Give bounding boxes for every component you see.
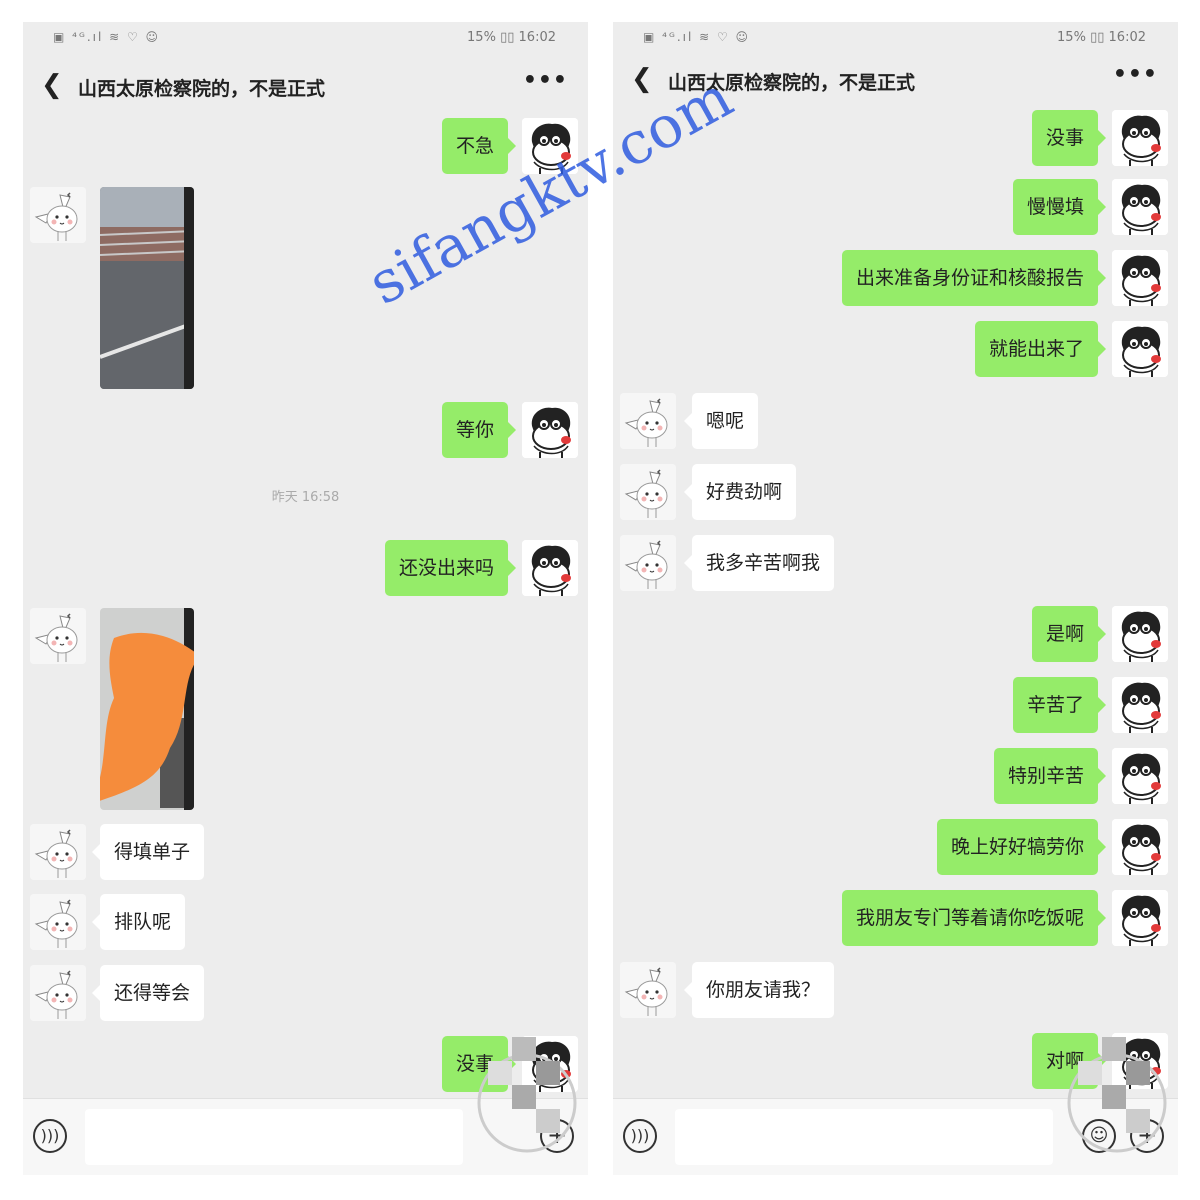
chat-screen-right: ▣ ⁴ᴳ.ıl ≋ ♡ ☺ 15% ▯▯ 16:02 ❮ 山西太原检察院的，不是… bbox=[613, 22, 1178, 1175]
message-bubble-out[interactable]: 等你 bbox=[441, 402, 517, 458]
time-divider: 昨天 16:58 bbox=[271, 490, 340, 505]
avatar-self[interactable] bbox=[1112, 250, 1168, 306]
message-bubble-in[interactable]: 你朋友请我？ bbox=[683, 962, 835, 1018]
status-right: 15% ▯▯ 16:02 bbox=[467, 30, 556, 45]
more-dots-icon[interactable]: ••• bbox=[1113, 62, 1158, 87]
status-icons: ▣ ⁴ᴳ.ıl ≋ ♡ ☺ bbox=[643, 30, 751, 44]
message-bubble-in[interactable]: 排队呢 bbox=[91, 894, 186, 950]
photo-message[interactable] bbox=[100, 187, 194, 389]
avatar-self[interactable] bbox=[522, 402, 578, 458]
avatar-contact[interactable] bbox=[30, 894, 86, 950]
chat-title: 山西太原检察院的，不是正式 bbox=[78, 78, 326, 100]
more-dots-icon[interactable]: ••• bbox=[523, 68, 568, 93]
voice-icon[interactable]: ))) bbox=[33, 1119, 67, 1153]
voice-icon[interactable]: ))) bbox=[623, 1119, 657, 1153]
avatar-contact[interactable] bbox=[30, 824, 86, 880]
avatar-contact[interactable] bbox=[620, 535, 676, 591]
avatar-contact[interactable] bbox=[30, 608, 86, 664]
avatar-contact[interactable] bbox=[620, 464, 676, 520]
message-bubble-in[interactable]: 还得等会 bbox=[91, 965, 205, 1021]
message-bubble-out[interactable]: 没事 bbox=[1031, 110, 1107, 166]
avatar-contact[interactable] bbox=[620, 962, 676, 1018]
avatar-self[interactable] bbox=[1112, 677, 1168, 733]
message-bubble-out[interactable]: 就能出来了 bbox=[974, 321, 1107, 377]
status-bar: ▣ ⁴ᴳ.ıl ≋ ♡ ☺ 15% ▯▯ 16:02 bbox=[23, 22, 588, 56]
battery-percent: 15% bbox=[1057, 30, 1086, 45]
message-input[interactable] bbox=[85, 1109, 463, 1165]
avatar-contact[interactable] bbox=[30, 187, 86, 243]
battery-icon: ▯▯ bbox=[500, 30, 515, 45]
avatar-self[interactable] bbox=[1112, 890, 1168, 946]
avatar-self[interactable] bbox=[1112, 179, 1168, 235]
message-bubble-out[interactable]: 是啊 bbox=[1031, 606, 1107, 662]
message-bubble-in[interactable]: 嗯呢 bbox=[683, 393, 759, 449]
avatar-contact[interactable] bbox=[620, 393, 676, 449]
avatar-self[interactable] bbox=[1112, 748, 1168, 804]
message-bubble-out[interactable]: 出来准备身份证和核酸报告 bbox=[841, 250, 1107, 306]
battery-percent: 15% bbox=[467, 30, 496, 45]
message-input[interactable] bbox=[675, 1109, 1053, 1165]
message-bubble-in[interactable]: 好费劲啊 bbox=[683, 464, 797, 520]
avatar-self[interactable] bbox=[1112, 110, 1168, 166]
battery-icon: ▯▯ bbox=[1090, 30, 1105, 45]
chat-header: ❮ 山西太原检察院的，不是正式 ••• bbox=[23, 58, 588, 116]
avatar-self[interactable] bbox=[1112, 819, 1168, 875]
status-bar: ▣ ⁴ᴳ.ıl ≋ ♡ ☺ 15% ▯▯ 16:02 bbox=[613, 22, 1178, 56]
clock: 16:02 bbox=[1108, 30, 1146, 45]
mosaic-overlay bbox=[477, 1037, 577, 1153]
avatar-self[interactable] bbox=[522, 540, 578, 596]
message-bubble-out[interactable]: 辛苦了 bbox=[1012, 677, 1107, 733]
message-bubble-in[interactable]: 我多辛苦啊我 bbox=[683, 535, 835, 591]
chevron-left-icon[interactable]: ❮ bbox=[41, 72, 63, 98]
clock: 16:02 bbox=[518, 30, 556, 45]
message-bubble-out[interactable]: 不急 bbox=[441, 118, 517, 174]
chevron-left-icon[interactable]: ❮ bbox=[631, 66, 653, 92]
avatar-contact[interactable] bbox=[30, 965, 86, 1021]
message-bubble-out[interactable]: 我朋友专门等着请你吃饭呢 bbox=[841, 890, 1107, 946]
message-bubble-in[interactable]: 得填单子 bbox=[91, 824, 205, 880]
status-icons: ▣ ⁴ᴳ.ıl ≋ ♡ ☺ bbox=[53, 30, 161, 44]
message-bubble-out[interactable]: 晚上好好犒劳你 bbox=[936, 819, 1107, 875]
avatar-self[interactable] bbox=[1112, 606, 1168, 662]
photo-message[interactable] bbox=[100, 608, 194, 810]
message-bubble-out[interactable]: 慢慢填 bbox=[1012, 179, 1107, 235]
message-bubble-out[interactable]: 特别辛苦 bbox=[993, 748, 1107, 804]
message-bubble-out[interactable]: 还没出来吗 bbox=[384, 540, 517, 596]
mosaic-overlay bbox=[1067, 1037, 1167, 1153]
avatar-self[interactable] bbox=[1112, 321, 1168, 377]
status-right: 15% ▯▯ 16:02 bbox=[1057, 30, 1146, 45]
